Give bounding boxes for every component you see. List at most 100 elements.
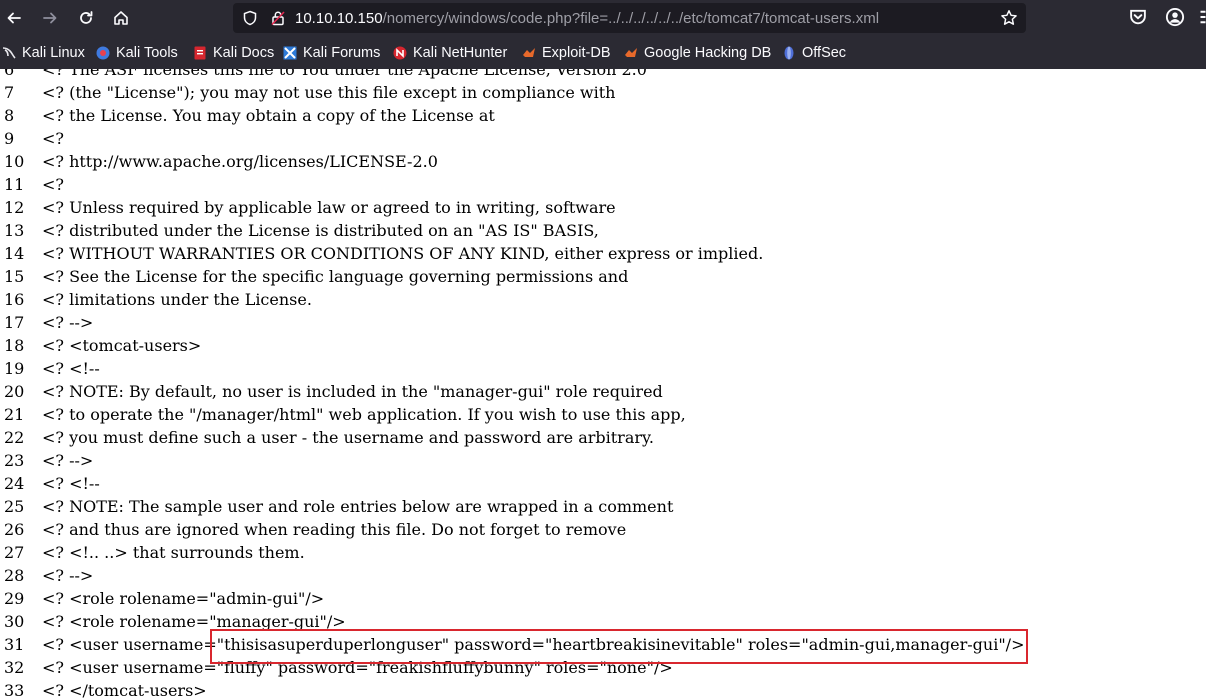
account-icon[interactable] bbox=[1165, 7, 1185, 27]
code-line: 29 <? <role rolename="admin-gui"/> bbox=[0, 589, 1206, 612]
line-text: <? --> bbox=[42, 451, 94, 470]
line-text: <? <tomcat-users> bbox=[42, 336, 202, 355]
bookmark-kali-docs[interactable]: Kali Docs bbox=[193, 44, 274, 62]
code-line: 8 <? the License. You may obtain a copy o… bbox=[0, 106, 1206, 129]
line-text: <? limitations under the License. bbox=[42, 290, 312, 309]
line-number: 11 bbox=[4, 175, 25, 194]
back-arrow-icon bbox=[7, 12, 21, 24]
code-line: 16 <? limitations under the License. bbox=[0, 290, 1206, 313]
bookmark-google-hacking-db[interactable]: Google Hacking DB bbox=[624, 44, 771, 62]
back-button[interactable] bbox=[0, 4, 28, 32]
credentials-highlight-box bbox=[210, 629, 1028, 664]
line-number: 20 bbox=[4, 382, 25, 401]
bookmarks-toolbar: Kali Linux Kali Tools Kali Docs Kali For… bbox=[0, 36, 1206, 69]
line-text: <? --> bbox=[42, 313, 94, 332]
line-text: <? (the "License"); you may not use this… bbox=[42, 83, 616, 102]
line-number: 15 bbox=[4, 267, 25, 286]
browser-chrome: 10.10.10.150/nomercy/windows/code.php?fi… bbox=[0, 0, 1206, 69]
url-host: 10.10.10.150 bbox=[295, 10, 383, 27]
pocket-icon[interactable] bbox=[1128, 7, 1148, 27]
code-line: 33 <? </tomcat-users> bbox=[0, 681, 1206, 699]
bookmark-kali-forums[interactable]: Kali Forums bbox=[283, 44, 380, 62]
code-line: 17 <? --> bbox=[0, 313, 1206, 336]
code-line: 6 <? The ASF licenses this file to You un… bbox=[0, 69, 1206, 83]
url-bar[interactable]: 10.10.10.150/nomercy/windows/code.php?fi… bbox=[233, 3, 1026, 33]
url-text[interactable]: 10.10.10.150/nomercy/windows/code.php?fi… bbox=[295, 10, 879, 27]
bookmark-kali-nethunter[interactable]: Kali NetHunter bbox=[393, 44, 507, 62]
line-text: <? http://www.apache.org/licenses/LICENS… bbox=[42, 152, 438, 171]
line-number: 27 bbox=[4, 543, 25, 562]
code-line: 11 <? bbox=[0, 175, 1206, 198]
bookmark-kali-tools[interactable]: Kali Tools bbox=[96, 44, 178, 62]
navigation-toolbar: 10.10.10.150/nomercy/windows/code.php?fi… bbox=[0, 0, 1206, 36]
bookmark-offsec[interactable]: OffSec bbox=[782, 44, 846, 62]
line-text: <? you must define such a user - the use… bbox=[42, 428, 655, 447]
bookmark-label: Kali Forums bbox=[303, 45, 381, 61]
code-line: 10 <? http://www.apache.org/licenses/LICE… bbox=[0, 152, 1206, 175]
line-text: <? bbox=[42, 129, 64, 148]
forward-arrow-icon bbox=[43, 12, 57, 24]
lock-icon[interactable] bbox=[270, 10, 286, 26]
line-number: 6 bbox=[4, 69, 15, 79]
code-line: 15 <? See the License for the specific la… bbox=[0, 267, 1206, 290]
bookmark-label: Kali Tools bbox=[116, 45, 178, 61]
kali-nethunter-icon bbox=[393, 46, 407, 60]
bookmark-kali-linux[interactable]: Kali Linux bbox=[2, 44, 85, 62]
line-number: 24 bbox=[4, 474, 25, 493]
code-line: 28 <? --> bbox=[0, 566, 1206, 589]
bookmark-label: Kali Docs bbox=[213, 45, 275, 61]
url-path: /nomercy/windows/code.php?file=../../../… bbox=[382, 10, 880, 27]
line-number: 12 bbox=[4, 198, 25, 217]
line-number: 23 bbox=[4, 451, 25, 470]
code-line: 26 <? and thus are ignored when reading t… bbox=[0, 520, 1206, 543]
line-number: 30 bbox=[4, 612, 25, 631]
forward-button[interactable] bbox=[36, 4, 64, 32]
line-text: <? distributed under the License is dist… bbox=[42, 221, 599, 240]
line-number: 19 bbox=[4, 359, 25, 378]
code-line: 12 <? Unless required by applicable law o… bbox=[0, 198, 1206, 221]
line-text: <? --> bbox=[42, 566, 94, 585]
line-number: 32 bbox=[4, 658, 25, 677]
line-text: <? </tomcat-users> bbox=[42, 681, 207, 699]
code-line: 7 <? (the "License"); you may not use thi… bbox=[0, 83, 1206, 106]
hamburger-menu-icon[interactable] bbox=[1199, 7, 1206, 27]
reload-button[interactable] bbox=[72, 4, 100, 32]
code-line: 23 <? --> bbox=[0, 451, 1206, 474]
code-line: 22 <? you must define such a user - the u… bbox=[0, 428, 1206, 451]
line-number: 28 bbox=[4, 566, 25, 585]
line-number: 18 bbox=[4, 336, 25, 355]
bookmark-label: Exploit-DB bbox=[542, 45, 611, 61]
code-line: 18 <? <tomcat-users> bbox=[0, 336, 1206, 359]
line-text: <? to operate the "/manager/html" web ap… bbox=[42, 405, 686, 424]
line-text: <? <!-- bbox=[42, 359, 100, 378]
line-text: <? the License. You may obtain a copy of… bbox=[42, 106, 495, 125]
line-number: 25 bbox=[4, 497, 25, 516]
offsec-icon bbox=[784, 46, 794, 60]
line-number: 7 bbox=[4, 83, 15, 102]
line-number: 21 bbox=[4, 405, 25, 424]
line-number: 33 bbox=[4, 681, 25, 699]
line-text: <? bbox=[42, 175, 64, 194]
line-number: 26 bbox=[4, 520, 25, 539]
line-number: 13 bbox=[4, 221, 25, 240]
bookmark-label: Kali Linux bbox=[22, 45, 85, 61]
code-line: 25 <? NOTE: The sample user and role entr… bbox=[0, 497, 1206, 520]
shield-icon[interactable] bbox=[242, 10, 258, 26]
home-icon bbox=[114, 11, 128, 25]
line-text: <? NOTE: The sample user and role entrie… bbox=[42, 497, 674, 516]
kali-dragon-icon bbox=[2, 47, 16, 59]
star-icon[interactable] bbox=[1000, 9, 1018, 27]
line-text: <? WITHOUT WARRANTIES OR CONDITIONS OF A… bbox=[42, 244, 764, 263]
line-number: 10 bbox=[4, 152, 25, 171]
line-number: 31 bbox=[4, 635, 25, 654]
line-number: 8 bbox=[4, 106, 15, 125]
code-line: 24 <? <!-- bbox=[0, 474, 1206, 497]
code-line: 21 <? to operate the "/manager/html" web … bbox=[0, 405, 1206, 428]
bookmark-exploit-db[interactable]: Exploit-DB bbox=[522, 44, 611, 62]
line-number: 22 bbox=[4, 428, 25, 447]
code-line: 27 <? <!.. ..> that surrounds them. bbox=[0, 543, 1206, 566]
bookmark-label: Google Hacking DB bbox=[644, 45, 772, 61]
bookmark-label: OffSec bbox=[802, 45, 847, 61]
home-button[interactable] bbox=[107, 4, 135, 32]
code-line: 19 <? <!-- bbox=[0, 359, 1206, 382]
